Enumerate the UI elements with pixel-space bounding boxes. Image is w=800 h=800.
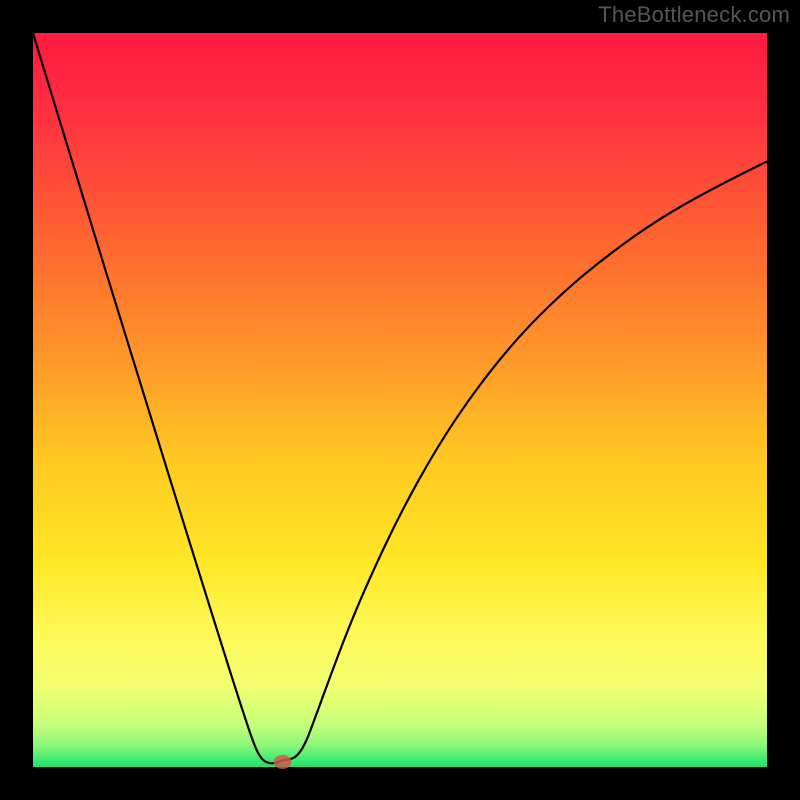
optimum-marker: [274, 755, 292, 769]
bottleneck-chart: [0, 0, 800, 800]
plot-border-left: [0, 0, 33, 800]
plot-border-bottom: [0, 767, 800, 800]
plot-background: [33, 33, 767, 767]
plot-border-right: [767, 0, 800, 800]
attribution-text: TheBottleneck.com: [598, 2, 790, 28]
